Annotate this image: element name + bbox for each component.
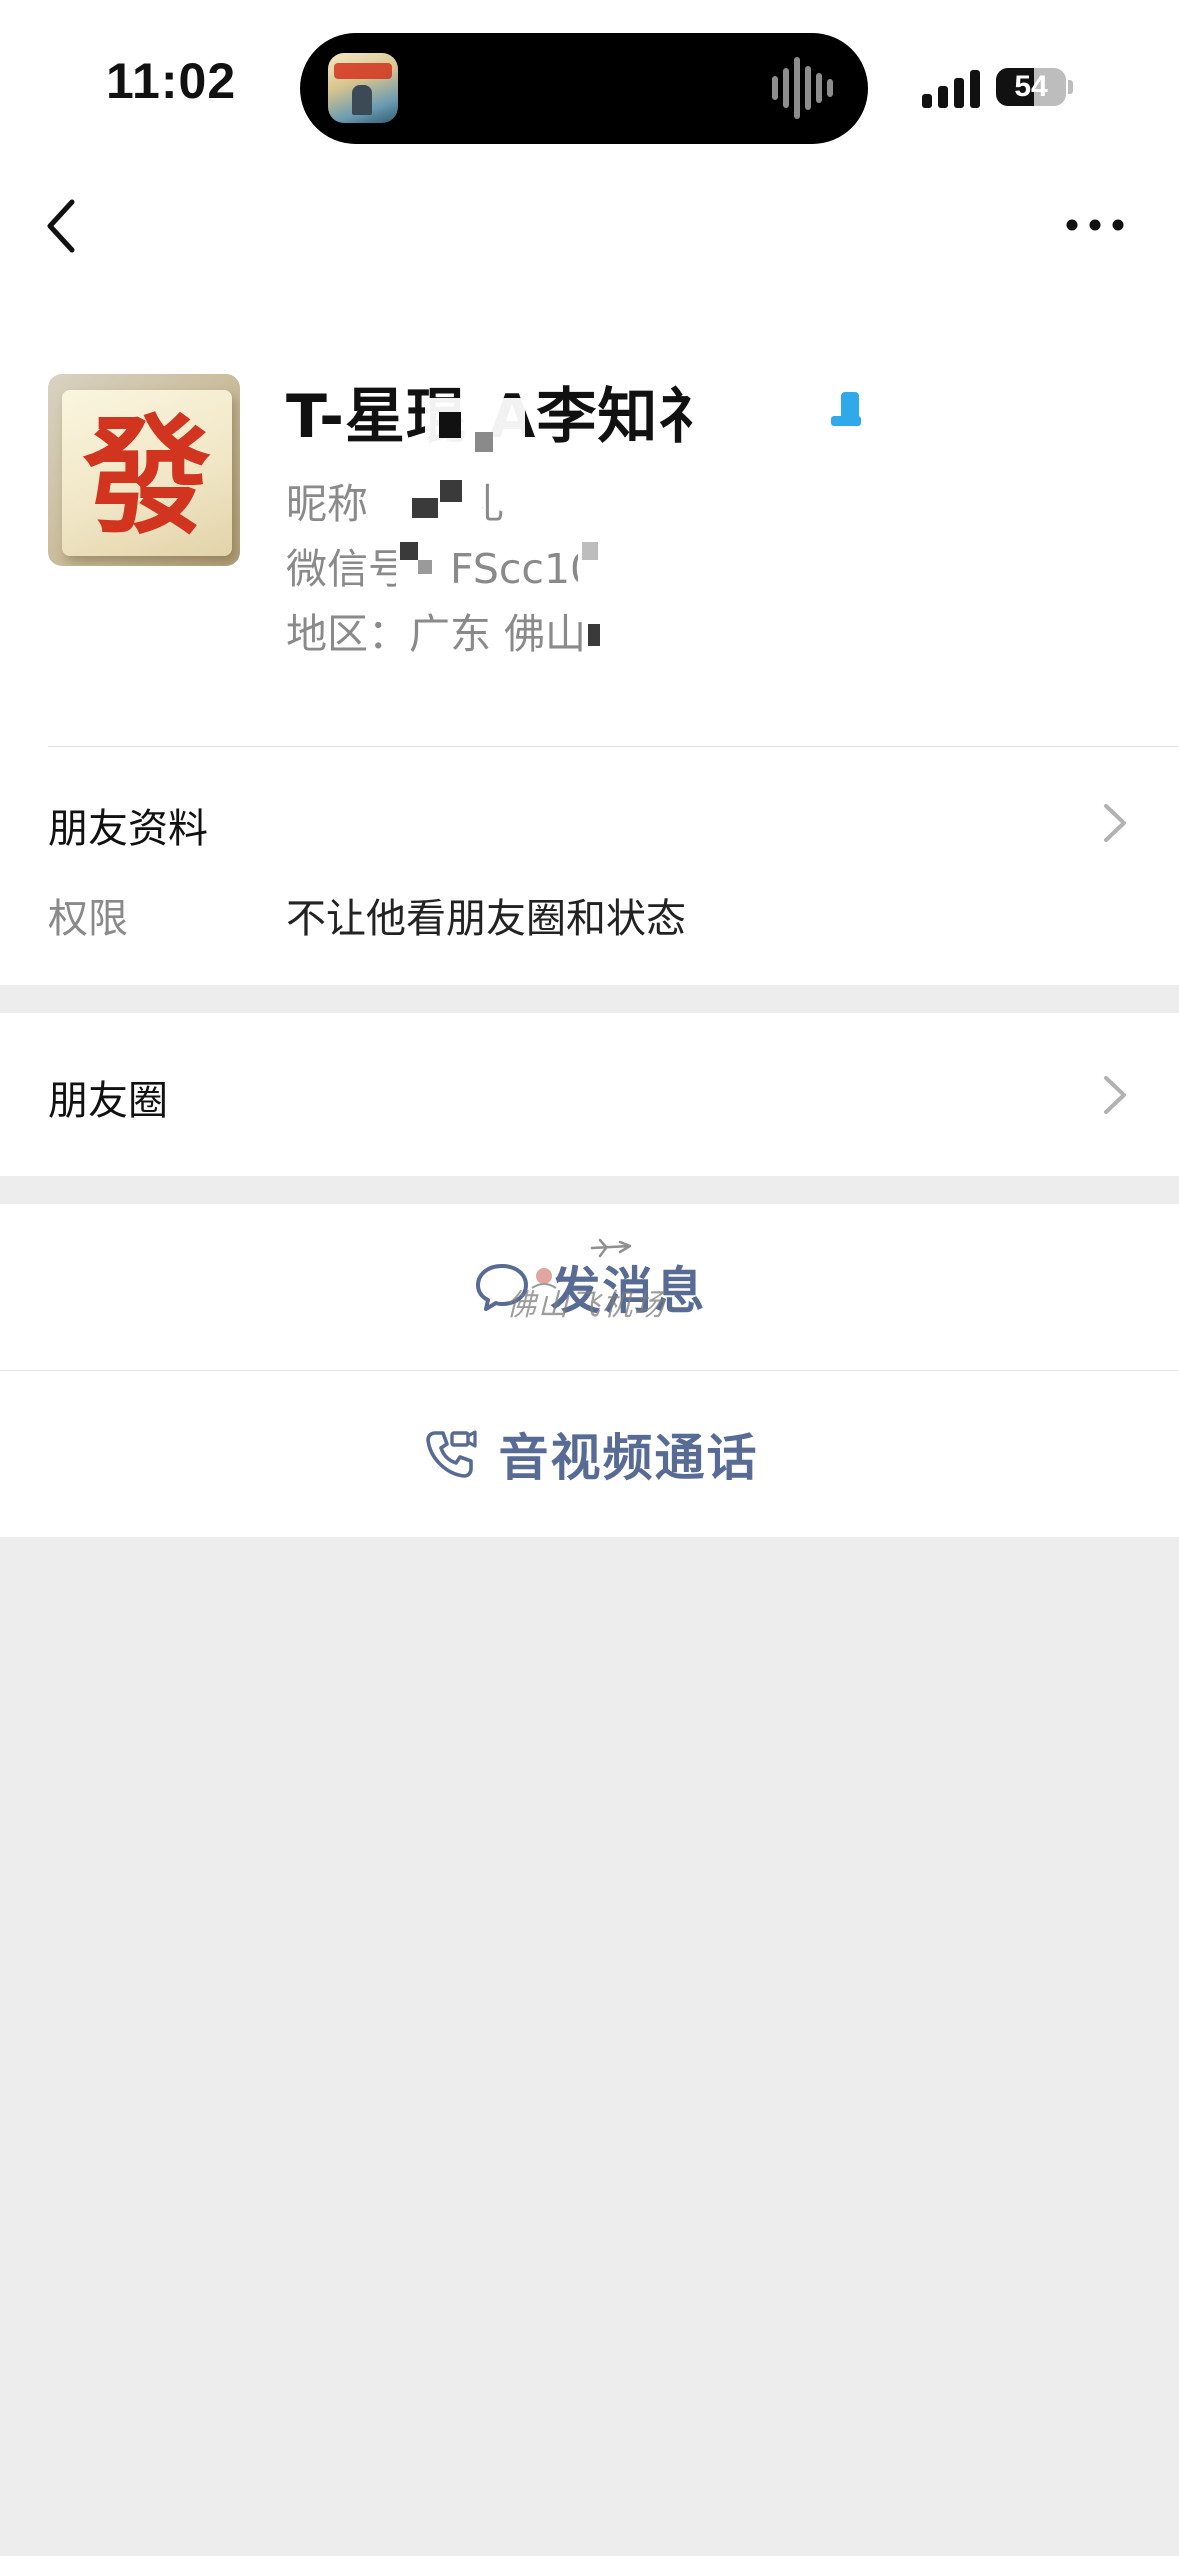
permission-label: 权限 — [48, 896, 128, 942]
audio-wave-icon — [772, 57, 836, 119]
cellular-signal-icon — [922, 68, 982, 108]
video-call-label: 音视频通话 — [498, 1429, 759, 1487]
more-button[interactable] — [1060, 200, 1130, 250]
phone-video-icon — [425, 1430, 477, 1478]
status-time: 11:02 — [106, 53, 237, 109]
chevron-right-icon — [1104, 1076, 1126, 1114]
more-horizontal-icon — [1066, 219, 1124, 231]
back-button[interactable] — [40, 196, 90, 256]
nickname-redaction-mosaic — [372, 472, 482, 522]
avatar-tile: 發 — [62, 390, 232, 556]
region-redaction-mosaic — [586, 606, 606, 650]
contact-profile-page: 11:02 54 發 T-星琨 A李知礻 昵称： 地区：广东 佛山 朋友资料 权… — [0, 0, 1179, 2556]
battery-icon: 54 — [996, 68, 1066, 106]
wechat-id-redaction-mosaic — [396, 536, 446, 588]
section-gap — [0, 1176, 1179, 1204]
moments-row[interactable] — [0, 1013, 1179, 1176]
permission-value: 不让他看朋友圈和状态 — [286, 896, 686, 942]
section-gap — [0, 985, 1179, 1013]
friend-info-row[interactable]: 朋友资料 — [48, 796, 208, 854]
moments-label: 朋友圈 — [48, 1078, 168, 1124]
dynamic-island[interactable] — [300, 33, 868, 144]
battery-level: 54 — [1014, 70, 1048, 103]
avatar[interactable]: 發 — [48, 374, 240, 566]
chevron-left-icon — [47, 199, 75, 253]
name-redaction-mosaic — [425, 398, 525, 468]
watermark-text: 佛山飞机场 — [506, 1288, 666, 1323]
chevron-right-icon — [1104, 804, 1126, 842]
avatar-glyph: 發 — [82, 402, 211, 552]
wechat-id-redaction-mosaic-2 — [578, 536, 608, 586]
watermark: 佛山飞机场 — [506, 1238, 706, 1328]
airplane-icon — [590, 1238, 632, 1258]
name-redaction-mosaic-2 — [785, 370, 925, 460]
video-call-button[interactable]: 音视频通话 — [0, 1371, 1179, 1537]
profile-divider — [48, 746, 1179, 747]
empty-background — [0, 1537, 1179, 2556]
profile-region: 地区：广东 佛山 — [286, 610, 587, 658]
battery-cap — [1068, 80, 1073, 94]
live-activity-app-icon — [328, 53, 398, 123]
